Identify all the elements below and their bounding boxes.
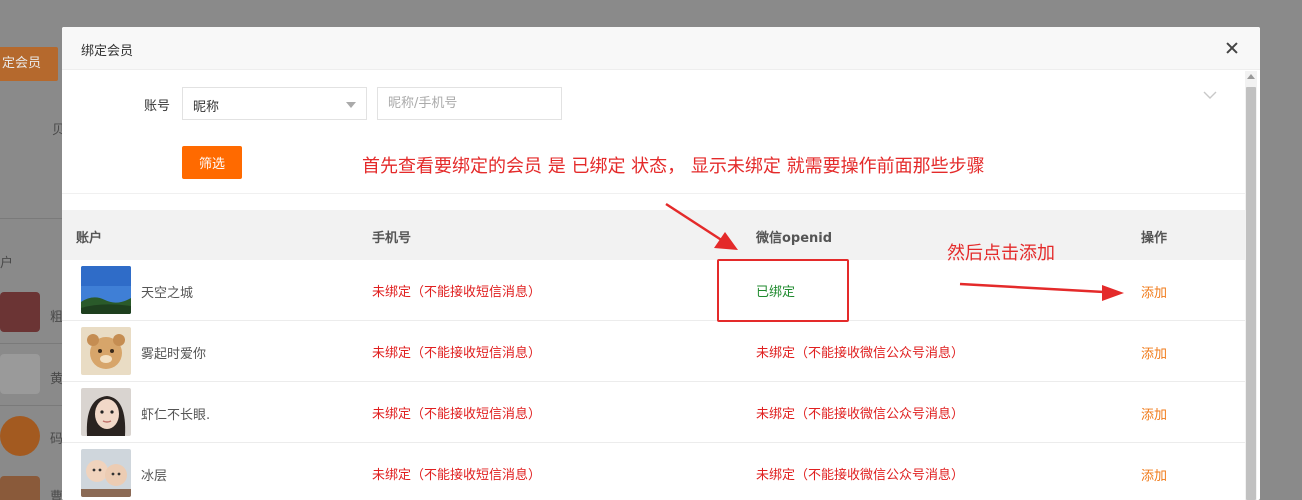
account-type-select[interactable]: 昵称 xyxy=(182,87,367,120)
background-row: 码 xyxy=(0,414,63,462)
kids-avatar xyxy=(81,449,131,497)
member-name: 虾仁不长眼. xyxy=(141,408,211,423)
header-account: 账户 xyxy=(76,231,103,246)
member-table: 账户 手机号 微信openid 操作 天空之城 未绑定（不能接收短信消息） 已绑… xyxy=(62,210,1245,500)
openid-status: 未绑定（不能接收微信公众号消息） xyxy=(756,468,965,483)
background-row: 曹 xyxy=(0,474,63,500)
header-phone: 手机号 xyxy=(372,231,412,246)
phone-status: 未绑定（不能接收短信消息） xyxy=(372,407,542,422)
table-row: 冰层 未绑定（不能接收短信消息） 未绑定（不能接收微信公众号消息） 添加 xyxy=(62,443,1245,500)
background-column-fragment: 户 xyxy=(0,256,14,271)
add-button[interactable]: 添加 xyxy=(1141,465,1167,484)
background-divider xyxy=(0,405,62,406)
background-avatar xyxy=(0,292,40,332)
phone-status: 未绑定（不能接收短信消息） xyxy=(372,346,542,361)
add-button[interactable]: 添加 xyxy=(1141,282,1167,301)
phone-status: 未绑定（不能接收短信消息） xyxy=(372,468,542,483)
close-icon[interactable] xyxy=(1222,38,1242,58)
chevron-down-icon[interactable] xyxy=(1202,89,1218,101)
member-name: 天空之城 xyxy=(141,286,194,301)
search-input[interactable] xyxy=(377,87,562,120)
bind-member-dialog: 绑定会员 账号 昵称 筛选 首先查看要绑定的会员 是 已绑定 状态， 显示未绑定… xyxy=(62,27,1260,500)
filter-button[interactable]: 筛选 xyxy=(182,146,242,179)
background-row: 粗 xyxy=(0,290,63,338)
sky-avatar xyxy=(81,266,131,314)
member-name: 冰层 xyxy=(141,469,168,484)
bear-avatar xyxy=(81,327,131,375)
dialog-scrollbar[interactable] xyxy=(1245,71,1257,500)
bind-member-button[interactable]: 定会员 xyxy=(0,47,58,81)
dialog-header: 绑定会员 xyxy=(62,27,1260,70)
dialog-title: 绑定会员 xyxy=(81,44,134,59)
member-name: 雾起时爱你 xyxy=(141,347,207,362)
background-avatar xyxy=(0,354,40,394)
table-row: 虾仁不长眼. 未绑定（不能接收短信消息） 未绑定（不能接收微信公众号消息） 添加 xyxy=(62,382,1245,443)
filter-divider xyxy=(62,193,1245,194)
background-divider xyxy=(0,218,62,219)
header-action: 操作 xyxy=(1141,231,1168,246)
header-openid: 微信openid xyxy=(756,231,833,246)
background-divider xyxy=(0,343,62,344)
background-row: 黄 xyxy=(0,352,63,400)
openid-status: 已绑定 xyxy=(756,285,796,300)
annotation-top-note: 首先查看要绑定的会员 是 已绑定 状态， 显示未绑定 就需要操作前面那些步骤 xyxy=(362,156,985,177)
openid-status: 未绑定（不能接收微信公众号消息） xyxy=(756,346,965,361)
account-label: 账号 xyxy=(144,99,171,114)
table-row: 雾起时爱你 未绑定（不能接收短信消息） 未绑定（不能接收微信公众号消息） 添加 xyxy=(62,321,1245,382)
background-avatar xyxy=(0,476,40,500)
select-value: 昵称 xyxy=(193,100,220,115)
table-header: 账户 手机号 微信openid 操作 xyxy=(62,210,1245,260)
girl-avatar xyxy=(81,388,131,436)
background-avatar xyxy=(0,416,40,456)
add-button[interactable]: 添加 xyxy=(1141,404,1167,423)
openid-status: 未绑定（不能接收微信公众号消息） xyxy=(756,407,965,422)
caret-down-icon xyxy=(346,102,356,108)
phone-status: 未绑定（不能接收短信消息） xyxy=(372,285,542,300)
add-button[interactable]: 添加 xyxy=(1141,343,1167,362)
scroll-up-icon[interactable] xyxy=(1247,74,1255,79)
annotation-right-note: 然后点击添加 xyxy=(947,243,1055,264)
table-row: 天空之城 未绑定（不能接收短信消息） 已绑定 添加 xyxy=(62,260,1245,321)
scrollbar-thumb[interactable] xyxy=(1246,87,1256,500)
